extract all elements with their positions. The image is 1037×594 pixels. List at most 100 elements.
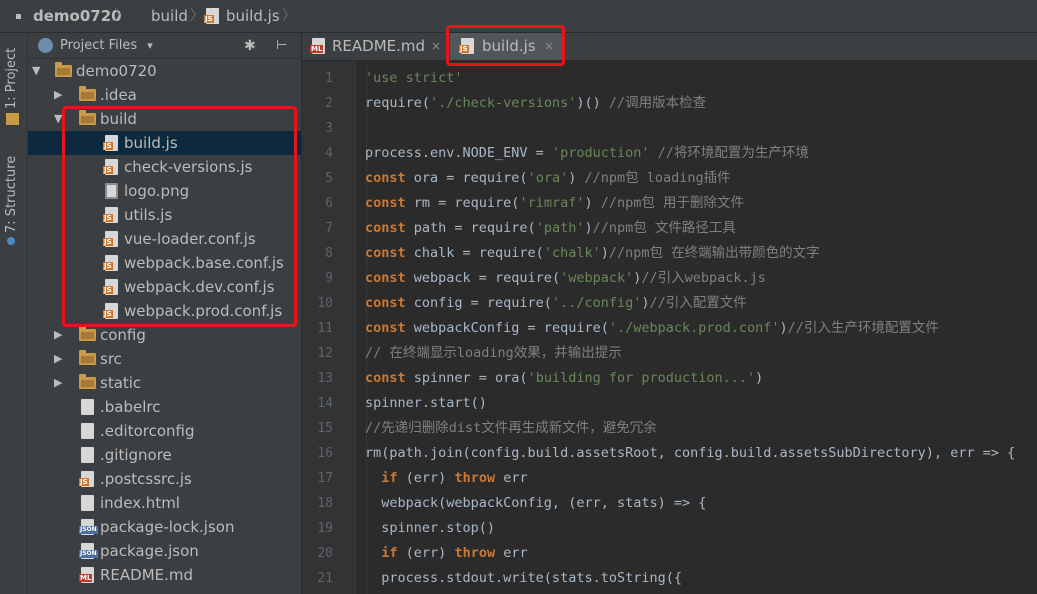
tab-structure-tool[interactable]: 7: Structure <box>4 151 24 251</box>
line-number-gutter: 1 2 3 4 5 6 7 8 9 10 11 12 13 14 15 16 17 18 19 20 21 <box>302 61 356 594</box>
chevron-right-icon[interactable]: ▶ <box>54 352 66 366</box>
tree-item-src[interactable]: ▶ src <box>28 347 301 371</box>
tree-item-label: .postcssrc.js <box>100 470 192 488</box>
code-token: //引入生产环境配置文件 <box>787 320 939 336</box>
code-token: const <box>365 295 406 311</box>
code-token: ) <box>568 170 585 186</box>
code-line: //先递归删除dist文件再生成新文件，避免冗余 <box>365 416 657 441</box>
code-line: 'use strict' <box>365 66 463 91</box>
code-token: rm(path.join(config.build.assetsRoot, co… <box>365 445 1016 461</box>
code-token: )() <box>576 95 609 111</box>
code-line: webpack(webpackConfig, (err, stats) => { <box>365 491 706 516</box>
tree-item-gitignore[interactable]: .gitignore <box>28 443 301 467</box>
code-token: ) <box>584 220 593 236</box>
project-view-label: Project Files <box>60 38 138 53</box>
code-token: //npm包 loading插件 <box>584 170 731 186</box>
code-token: process.env.NODE_ENV = <box>365 145 552 161</box>
chevron-down-icon[interactable]: ▼ <box>32 64 44 78</box>
chevron-right-icon[interactable]: ▶ <box>54 376 66 390</box>
code-token: 'ora' <box>527 170 569 186</box>
code-token: ) <box>600 245 609 261</box>
line-number: 15 <box>317 421 333 436</box>
code-token: (err) <box>397 470 455 486</box>
code-token: 'chalk' <box>543 245 601 261</box>
line-number: 17 <box>317 471 333 486</box>
chevron-right-icon[interactable]: ▶ <box>54 328 66 342</box>
line-number: 16 <box>317 446 333 461</box>
collapse-icon[interactable]: ⊢ <box>276 33 287 59</box>
code-line: process.stdout.write(stats.toString({ <box>365 566 682 591</box>
code-token: spinner.start() <box>365 395 487 411</box>
code-token: const <box>365 320 406 336</box>
code-token: './check-versions' <box>430 95 577 111</box>
tree-item-index-html[interactable]: index.html <box>28 491 301 515</box>
breadcrumb-project[interactable]: demo0720 <box>33 0 122 33</box>
code-token: //npm包 文件路径工具 <box>592 220 736 236</box>
tree-item-postcssrc[interactable]: JS .postcssrc.js <box>28 467 301 491</box>
tree-item-editorconfig[interactable]: .editorconfig <box>28 419 301 443</box>
folder-icon <box>55 62 72 77</box>
tool-window-strip: 1: Project 7: Structure <box>0 33 28 594</box>
tree-item-package-json[interactable]: JSON package.json <box>28 539 301 563</box>
code-editor[interactable]: 'use strict' require('./check-versions')(… <box>356 61 1037 594</box>
project-icon <box>16 14 21 19</box>
code-token: rm = require( <box>405 195 520 211</box>
code-token: 'building for production...' <box>527 370 756 386</box>
code-token: if <box>381 545 398 561</box>
tab-readme[interactable]: ML README.md × <box>302 33 448 60</box>
breadcrumb-file[interactable]: build.js <box>226 0 280 33</box>
tree-item-readme[interactable]: ML README.md <box>28 563 301 587</box>
tab-project-tool[interactable]: 1: Project <box>4 41 24 131</box>
js-file-icon: JS <box>204 8 219 24</box>
code-token: const <box>365 170 406 186</box>
code-token: ) <box>584 195 601 211</box>
line-number: 18 <box>317 496 333 511</box>
close-icon[interactable]: × <box>431 33 441 60</box>
code-line: const ora = require('ora') //npm包 loadin… <box>365 166 731 191</box>
folder-icon <box>79 374 96 389</box>
line-number: 2 <box>325 96 333 111</box>
tree-item-static[interactable]: ▶ static <box>28 371 301 395</box>
code-line: const config = require('../config')//引入配… <box>365 291 747 316</box>
line-number: 4 <box>325 146 333 161</box>
tree-item-label: package.json <box>100 542 199 560</box>
gear-icon[interactable]: ✱ <box>244 33 256 59</box>
tree-item-label: package-lock.json <box>100 518 235 536</box>
code-token: 'production' <box>551 145 650 161</box>
code-token: process.stdout.write(stats.toString({ <box>365 570 682 586</box>
code-token: //npm包 在终端输出带颜色的文字 <box>608 245 820 261</box>
code-token: //先递归删除dist文件再生成新文件，避免冗余 <box>365 420 657 436</box>
code-token: ) <box>755 370 764 386</box>
code-token: throw <box>454 545 496 561</box>
breadcrumb-folder[interactable]: build <box>151 0 188 33</box>
project-view-selector[interactable]: Project Files ▾ <box>60 33 153 59</box>
chevron-right-icon[interactable]: ▶ <box>54 88 66 102</box>
code-token: webpackConfig = require( <box>405 320 609 336</box>
code-token: const <box>365 270 406 286</box>
code-token: './webpack.prod.conf' <box>608 320 780 336</box>
code-line: const path = require('path')//npm包 文件路径工… <box>365 216 736 241</box>
tree-item-package-lock[interactable]: JSON package-lock.json <box>28 515 301 539</box>
line-number: 9 <box>325 271 333 286</box>
code-line: const webpack = require('webpack')//引入we… <box>365 266 766 291</box>
tree-item-babelrc[interactable]: .babelrc <box>28 395 301 419</box>
caret-down-icon: ▾ <box>147 39 153 52</box>
structure-icon <box>7 237 15 245</box>
code-token: //引入webpack.js <box>641 270 766 286</box>
tree-item-label: demo0720 <box>76 62 157 80</box>
line-number: 10 <box>317 296 333 311</box>
tree-item-label: README.md <box>100 566 194 584</box>
tree-item-root[interactable]: ▼ demo0720 <box>28 59 301 83</box>
line-number: 5 <box>325 171 333 186</box>
code-token: spinner = ora( <box>405 370 528 386</box>
tree-item-idea[interactable]: ▶ .idea <box>28 83 301 107</box>
js-file-icon: JS <box>79 471 94 487</box>
code-line: const rm = require('rimraf') //npm包 用于删除… <box>365 191 744 216</box>
project-panel-header: Project Files ▾ ✱ ⊢ <box>28 33 302 59</box>
code-token: // 在终端显示loading效果，并输出提示 <box>365 345 622 361</box>
tree-item-label: static <box>100 374 142 392</box>
code-token: webpack = require( <box>405 270 561 286</box>
code-token: if <box>381 470 398 486</box>
